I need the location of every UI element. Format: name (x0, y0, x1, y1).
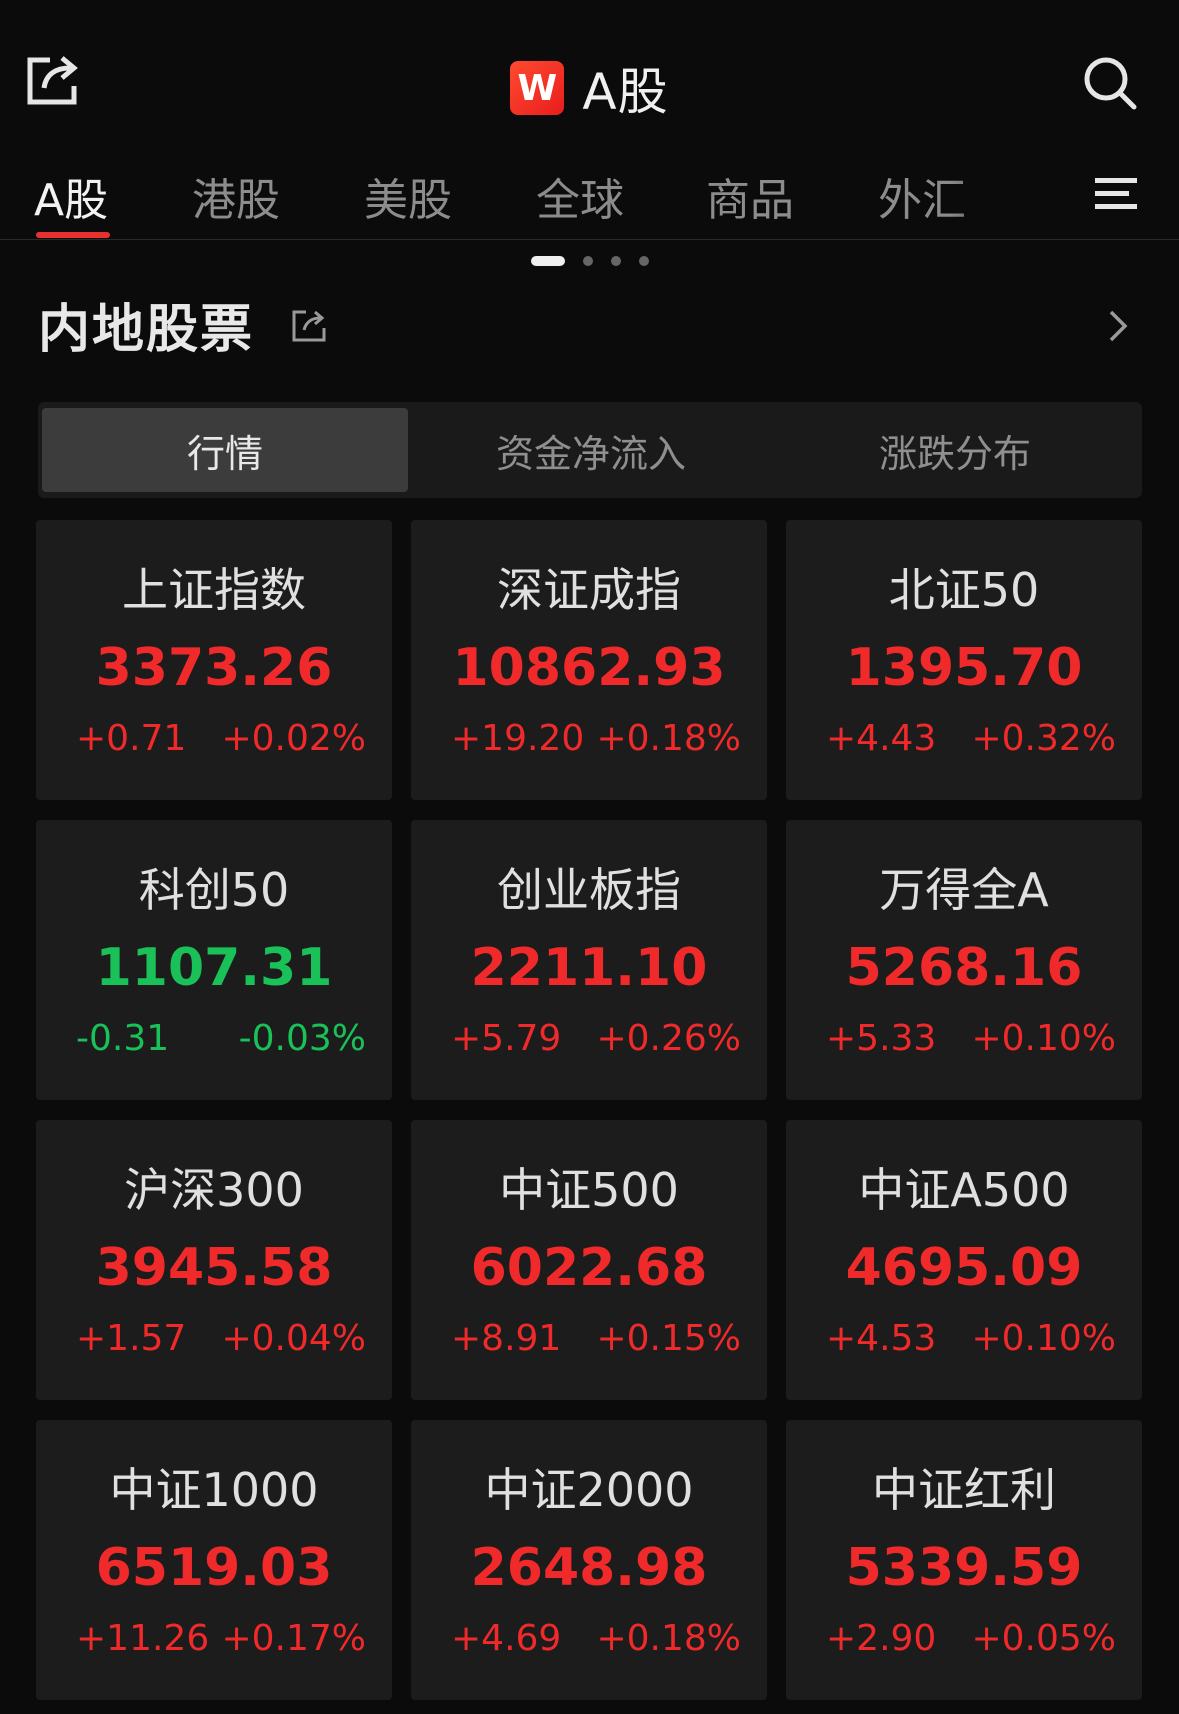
section-title: 内地股票 (38, 300, 255, 360)
index-name: 中证红利 (872, 1463, 1056, 1517)
index-value: 6519.03 (95, 1538, 333, 1598)
external-link-icon[interactable] (290, 306, 328, 344)
index-change-percent: +0.04% (221, 1318, 366, 1359)
index-card[interactable]: 中证红利 5339.59 +2.90 +0.05% (786, 1420, 1142, 1700)
index-name: 中证1000 (109, 1463, 319, 1517)
index-name: 上证指数 (122, 563, 306, 617)
market-tabs: A股 港股 美股 全球 商品 外汇 (0, 150, 1179, 240)
index-name: 中证2000 (484, 1463, 694, 1517)
tab-hk-shares[interactable]: 港股 (192, 164, 280, 228)
index-value: 6022.68 (470, 1238, 708, 1298)
index-change-percent: +0.10% (971, 1018, 1116, 1059)
index-change-percent: +0.02% (221, 718, 366, 759)
index-card[interactable]: 万得全A 5268.16 +5.33 +0.10% (786, 820, 1142, 1100)
menu-icon[interactable] (1093, 174, 1141, 214)
tab-a-shares[interactable]: A股 (34, 164, 108, 228)
page-dot (530, 255, 565, 266)
index-change-percent: +0.10% (971, 1318, 1116, 1359)
segment-distribution[interactable]: 涨跌分布 (772, 408, 1138, 492)
index-name: 科创50 (138, 863, 290, 917)
index-change-percent: +0.05% (971, 1618, 1116, 1659)
index-change: +0.71 (76, 718, 187, 759)
tab-us-shares[interactable]: 美股 (364, 164, 452, 228)
index-value: 1107.31 (95, 938, 333, 998)
index-change: +8.91 (451, 1318, 562, 1359)
index-value: 3373.26 (95, 638, 333, 698)
index-card[interactable]: 中证1000 6519.03 +11.26 +0.17% (36, 1420, 392, 1700)
index-value: 4695.09 (845, 1238, 1083, 1298)
tab-commodities[interactable]: 商品 (706, 164, 794, 228)
logo-letter: W (517, 67, 558, 109)
index-change: +4.43 (826, 718, 937, 759)
index-value: 10862.93 (452, 638, 726, 698)
active-tab-indicator (36, 232, 110, 238)
tab-overflow-fade (949, 150, 1099, 238)
index-name: 沪深300 (124, 1163, 304, 1217)
segment-net-inflow[interactable]: 资金净流入 (408, 408, 774, 492)
index-card[interactable]: 上证指数 3373.26 +0.71 +0.02% (36, 520, 392, 800)
tab-global[interactable]: 全球 (536, 164, 624, 228)
index-change: +11.26 (76, 1618, 210, 1659)
index-change-percent: +0.18% (596, 1618, 741, 1659)
index-change: +1.57 (76, 1318, 187, 1359)
index-change-percent: +0.26% (596, 1018, 741, 1059)
index-card[interactable]: 深证成指 10862.93 +19.20 +0.18% (411, 520, 767, 800)
page-dot (582, 255, 593, 266)
page-title: A股 (582, 63, 669, 121)
index-change: +5.33 (826, 1018, 937, 1059)
index-change: +4.69 (451, 1618, 562, 1659)
index-name: 中证500 (499, 1163, 679, 1217)
index-change: +2.90 (826, 1618, 937, 1659)
index-card[interactable]: 沪深300 3945.58 +1.57 +0.04% (36, 1120, 392, 1400)
page-dot (638, 255, 649, 266)
search-icon[interactable] (1081, 54, 1139, 112)
title-area: W A股 (0, 52, 1179, 124)
index-name: 北证50 (888, 563, 1040, 617)
view-segmented-control: 行情 资金净流入 涨跌分布 (38, 402, 1142, 498)
wind-logo-icon: W (510, 61, 565, 115)
index-card[interactable]: 中证2000 2648.98 +4.69 +0.18% (411, 1420, 767, 1700)
index-value: 5339.59 (845, 1538, 1083, 1598)
index-value: 2211.10 (470, 938, 708, 998)
index-change: +4.53 (826, 1318, 937, 1359)
index-value: 3945.58 (95, 1238, 333, 1298)
index-change-percent: -0.03% (238, 1018, 366, 1059)
index-change: +19.20 (451, 718, 585, 759)
page-indicator (0, 250, 1179, 266)
index-change-percent: +0.18% (596, 718, 741, 759)
index-card[interactable]: 创业板指 2211.10 +5.79 +0.26% (411, 820, 767, 1100)
page-dot (610, 255, 621, 266)
top-bar: W A股 (0, 0, 1179, 150)
chevron-right-icon[interactable] (1103, 306, 1131, 346)
index-change-percent: +0.32% (971, 718, 1116, 759)
index-value: 1395.70 (845, 638, 1083, 698)
app-screen: W A股 A股 港股 美股 全球 商品 外汇 内地股票 行情 资金净流入 涨跌分… (0, 0, 1179, 1714)
index-name: 创业板指 (497, 863, 681, 917)
index-change: -0.31 (76, 1018, 170, 1059)
index-change-percent: +0.15% (596, 1318, 741, 1359)
index-name: 万得全A (879, 863, 1049, 917)
index-change-percent: +0.17% (221, 1618, 366, 1659)
index-value: 2648.98 (470, 1538, 708, 1598)
index-name: 中证A500 (858, 1163, 1070, 1217)
index-card[interactable]: 中证A500 4695.09 +4.53 +0.10% (786, 1120, 1142, 1400)
segment-quotes[interactable]: 行情 (42, 408, 408, 492)
index-value: 5268.16 (845, 938, 1083, 998)
index-name: 深证成指 (497, 563, 681, 617)
index-card[interactable]: 北证50 1395.70 +4.43 +0.32% (786, 520, 1142, 800)
index-change: +5.79 (451, 1018, 562, 1059)
index-card[interactable]: 科创50 1107.31 -0.31 -0.03% (36, 820, 392, 1100)
index-card[interactable]: 中证500 6022.68 +8.91 +0.15% (411, 1120, 767, 1400)
